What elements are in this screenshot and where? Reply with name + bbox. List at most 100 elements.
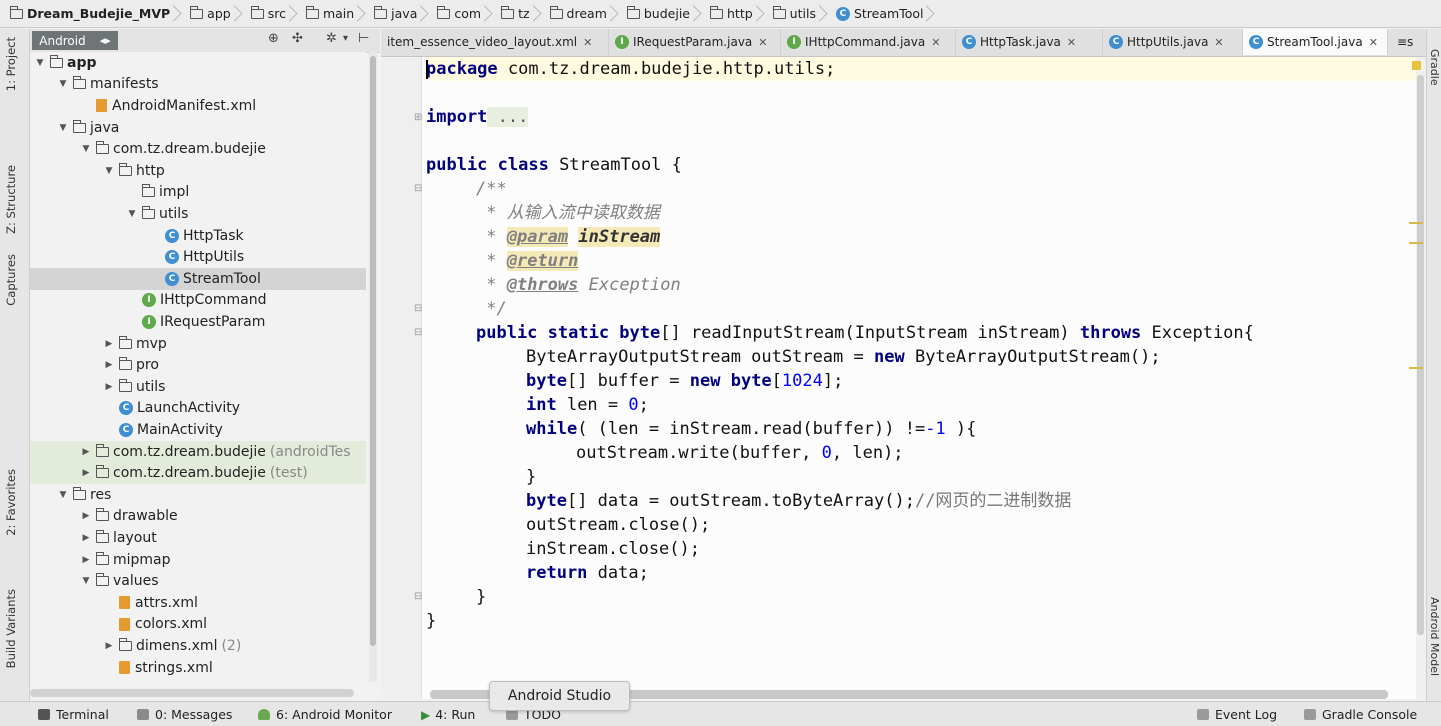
hide-panel-icon[interactable]: ⊢	[358, 31, 369, 46]
expand-right-icon[interactable]: ▶	[80, 468, 92, 478]
code-editor[interactable]: package com.tz.dream.budejie.http.utils;…	[422, 57, 1416, 699]
tree-horizontal-scrollbar[interactable]	[30, 689, 354, 697]
tree-item[interactable]: ▼ utils	[30, 203, 366, 225]
terminal-tab[interactable]: Terminal	[38, 707, 109, 722]
close-tab-icon[interactable]: ✕	[931, 36, 940, 49]
android-model-tool-tab[interactable]: Android Model	[1428, 597, 1441, 676]
close-tab-icon[interactable]: ✕	[758, 36, 767, 49]
gradle-console-tab[interactable]: Gradle Console	[1304, 707, 1417, 722]
expand-right-icon[interactable]: ▶	[80, 447, 92, 457]
tree-item[interactable]: ▶ com.tz.dream.budejie (test)	[30, 462, 366, 484]
breadcrumb-item[interactable]: dream	[538, 1, 615, 27]
structure-tool-tab[interactable]: Z: Structure	[4, 165, 18, 234]
build-variants-tool-tab[interactable]: Build Variants	[4, 589, 18, 668]
editor-tab[interactable]: C StreamTool.java ✕	[1243, 29, 1388, 55]
expand-down-icon[interactable]: ▼	[126, 209, 138, 219]
folded-imports[interactable]: ...	[487, 107, 529, 127]
expand-down-icon[interactable]: ▼	[80, 576, 92, 586]
editor-tab[interactable]: I IHttpCommand.java ✕	[781, 29, 956, 55]
tree-item[interactable]: C HttpTask	[30, 225, 366, 247]
inspection-status-icon[interactable]	[1412, 61, 1421, 70]
tree-item[interactable]: ▶ utils	[30, 376, 366, 398]
tab-overflow-menu[interactable]: ≡s	[1391, 29, 1426, 55]
messages-tab[interactable]: 0: Messages	[137, 707, 232, 722]
breadcrumb-item[interactable]: http	[698, 1, 761, 27]
tree-item[interactable]: ▼ java	[30, 117, 366, 139]
tree-item[interactable]: ▶ com.tz.dream.budejie (androidTes	[30, 440, 366, 463]
expand-right-icon[interactable]: ▶	[103, 360, 115, 370]
sync-icon[interactable]: ⊕	[268, 31, 279, 46]
android-monitor-tab[interactable]: 6: Android Monitor	[258, 707, 392, 722]
expand-down-icon[interactable]: ▼	[57, 123, 69, 133]
tree-item[interactable]: I IRequestParam	[30, 311, 366, 333]
tree-item[interactable]: ▼ com.tz.dream.budejie	[30, 138, 366, 160]
run-tab[interactable]: ▶ 4: Run	[421, 707, 475, 722]
editor-tab[interactable]: C HttpUtils.java ✕	[1103, 29, 1243, 55]
close-tab-icon[interactable]: ✕	[1067, 36, 1076, 49]
gear-dropdown-icon[interactable]: ▾	[343, 33, 348, 44]
tree-item[interactable]: ▶ mipmap	[30, 549, 366, 571]
favorites-tool-tab[interactable]: 2: Favorites	[4, 469, 18, 536]
editor-tab[interactable]: item_essence_video_layout.xml ✕	[381, 29, 609, 55]
breadcrumb-item[interactable]: java	[362, 1, 425, 27]
tree-item[interactable]: attrs.xml	[30, 592, 366, 614]
tree-item[interactable]: ▼ manifests	[30, 74, 366, 96]
breadcrumb-item[interactable]: src	[239, 1, 294, 27]
collapse-icon[interactable]: ✣	[292, 31, 303, 46]
tree-item[interactable]: ▶ pro	[30, 354, 366, 376]
editor-gutter[interactable]: ⊞ ⊟ ⊟ ⊟ ⊟	[381, 57, 422, 699]
breadcrumb-item[interactable]: app	[178, 1, 239, 27]
breadcrumb-item[interactable]: Dream_Budejie_MVP	[6, 1, 178, 27]
gradle-tool-tab[interactable]: Gradle	[1428, 49, 1441, 86]
close-tab-icon[interactable]: ✕	[583, 36, 592, 49]
tree-item[interactable]: ▼ app	[30, 52, 366, 74]
editor-tab[interactable]: C HttpTask.java ✕	[956, 29, 1103, 55]
expand-right-icon[interactable]: ▶	[103, 339, 115, 349]
expand-right-icon[interactable]: ▶	[80, 533, 92, 543]
tree-item[interactable]: ▼ res	[30, 484, 366, 506]
error-stripe-mark[interactable]	[1409, 222, 1423, 224]
event-log-tab[interactable]: Event Log	[1197, 707, 1277, 722]
tree-item[interactable]: strings.xml	[30, 657, 366, 679]
editor-scrollbar-thumb[interactable]	[1417, 75, 1424, 635]
tree-item[interactable]: AndroidManifest.xml	[30, 95, 366, 117]
expand-down-icon[interactable]: ▼	[57, 79, 69, 89]
tree-item[interactable]: C MainActivity	[30, 419, 366, 441]
gear-icon[interactable]: ✲	[326, 31, 337, 46]
breadcrumb-item[interactable]: utils	[761, 1, 824, 27]
tree-item[interactable]: ▶ mvp	[30, 333, 366, 355]
expand-right-icon[interactable]: ▶	[103, 641, 115, 651]
tree-item[interactable]: impl	[30, 182, 366, 204]
breadcrumb-item[interactable]: main	[294, 1, 362, 27]
expand-down-icon[interactable]: ▼	[103, 166, 115, 176]
breadcrumb-item[interactable]: C StreamTool	[824, 1, 932, 27]
editor-tab[interactable]: I IRequestParam.java ✕	[609, 29, 781, 55]
tree-item[interactable]: ▶ dimens.xml (2)	[30, 635, 366, 657]
project-tool-tab[interactable]: 1: Project	[4, 37, 18, 91]
captures-tool-tab[interactable]: Captures	[4, 254, 18, 306]
tree-scrollbar-thumb[interactable]	[370, 56, 376, 646]
tree-item[interactable]: colors.xml	[30, 614, 366, 636]
close-tab-icon[interactable]: ✕	[1214, 36, 1223, 49]
tree-item[interactable]: ▶ layout	[30, 527, 366, 549]
breadcrumb-item[interactable]: tz	[489, 1, 537, 27]
expand-down-icon[interactable]: ▼	[57, 490, 69, 500]
expand-right-icon[interactable]: ▶	[80, 511, 92, 521]
expand-right-icon[interactable]: ▶	[80, 555, 92, 565]
tree-item[interactable]: I IHttpCommand	[30, 290, 366, 312]
close-tab-icon[interactable]: ✕	[1369, 36, 1378, 49]
breadcrumb-item[interactable]: com	[425, 1, 489, 27]
breadcrumb-item[interactable]: budejie	[615, 1, 698, 27]
expand-right-icon[interactable]: ▶	[103, 382, 115, 392]
expand-down-icon[interactable]: ▼	[80, 144, 92, 154]
tree-item[interactable]: C HttpUtils	[30, 246, 366, 268]
error-stripe-mark[interactable]	[1409, 367, 1423, 369]
tree-item[interactable]: ▶ drawable	[30, 506, 366, 528]
error-stripe-mark[interactable]	[1409, 242, 1423, 244]
tree-item[interactable]: ▼ http	[30, 160, 366, 182]
project-view-selector[interactable]: Android ◂▸	[32, 31, 118, 50]
tree-item[interactable]: C StreamTool	[30, 268, 366, 290]
expand-down-icon[interactable]: ▼	[34, 58, 46, 68]
tree-item[interactable]: ▼ values	[30, 570, 366, 592]
tree-item[interactable]: C LaunchActivity	[30, 398, 366, 420]
